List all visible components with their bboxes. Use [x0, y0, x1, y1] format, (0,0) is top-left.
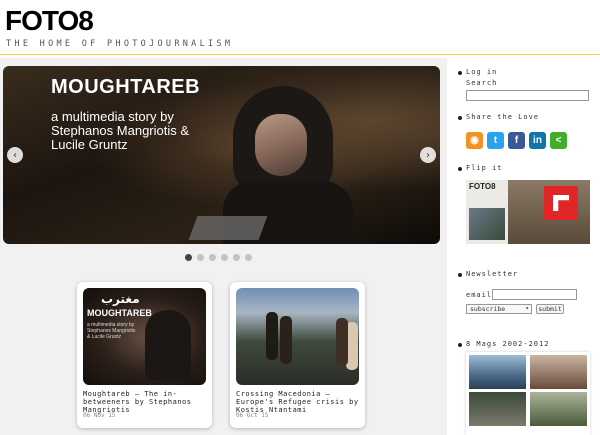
magazine-thumbnail[interactable] — [530, 355, 587, 389]
magazine-thumbnail[interactable] — [469, 355, 526, 389]
story-card-image-arabic: مغترب — [101, 292, 140, 306]
slider-dot[interactable] — [221, 254, 228, 261]
submit-button[interactable]: submit — [536, 304, 564, 314]
magazine-thumbnail[interactable] — [530, 392, 587, 426]
slider-pagination — [185, 254, 252, 261]
social-links: ◉ t f in < — [466, 132, 567, 149]
slider-dot[interactable] — [197, 254, 204, 261]
flipboard-thumbnail — [469, 208, 505, 240]
story-card-image[interactable] — [236, 288, 359, 385]
story-card-title[interactable]: Moughtareb – The in-betweeners by Stepha… — [83, 390, 209, 414]
flip-heading: Flip it — [466, 164, 503, 172]
bullet-icon — [458, 273, 462, 277]
email-field[interactable] — [492, 289, 577, 300]
chevron-left-icon[interactable]: ‹ — [7, 147, 23, 163]
search-heading: Search — [466, 79, 498, 87]
story-card[interactable]: Crossing Macedonia – Europe's Refugee cr… — [230, 282, 365, 428]
site-tagline: THE HOME OF PHOTOJOURNALISM — [6, 39, 234, 49]
flipboard-label: FOTO8 — [469, 182, 496, 191]
site-logo[interactable]: FOTO8 — [5, 5, 94, 37]
share-heading: Share the Love — [466, 113, 540, 121]
bullet-icon — [458, 167, 462, 171]
slide-subtitle: a multimedia story by Stephanos Mangriot… — [51, 109, 190, 152]
slider-dot[interactable] — [209, 254, 216, 261]
newsletter-heading: Newsletter — [466, 270, 519, 278]
story-card-title[interactable]: Crossing Macedonia – Europe's Refugee cr… — [236, 390, 362, 414]
search-input[interactable] — [466, 90, 589, 101]
story-card-image-subtitle: a multimedia story by Stephanos Mangriot… — [87, 322, 136, 340]
subscribe-select[interactable]: subscribe — [466, 304, 532, 314]
story-card-date: 06 Oct 15 — [236, 412, 269, 419]
rss-icon[interactable]: ◉ — [466, 132, 483, 149]
bullet-icon — [458, 116, 462, 120]
slide-title: MOUGHTAREB — [51, 76, 201, 98]
story-card-date: 06 Nov 15 — [83, 412, 116, 419]
facebook-icon[interactable]: f — [508, 132, 525, 149]
bullet-icon — [458, 343, 462, 347]
story-card-image-title: MOUGHTAREB — [87, 308, 152, 318]
share-icon[interactable]: < — [550, 132, 567, 149]
linkedin-icon[interactable]: in — [529, 132, 546, 149]
sidebar: Log in Search Share the Love ◉ t f in < … — [452, 62, 600, 435]
slide-photo-laptop — [188, 216, 268, 240]
slider-dot[interactable] — [185, 254, 192, 261]
slider-dot[interactable] — [245, 254, 252, 261]
chevron-right-icon[interactable]: › — [420, 147, 436, 163]
mags-heading: 8 Mags 2002-2012 — [466, 340, 550, 348]
main-content: MOUGHTAREB a multimedia story by Stephan… — [0, 58, 447, 435]
site-header: FOTO8 THE HOME OF PHOTOJOURNALISM — [0, 0, 600, 56]
story-card-image[interactable]: مغترب MOUGHTAREB a multimedia story by S… — [83, 288, 206, 385]
flipboard-icon — [544, 186, 578, 220]
bullet-icon — [458, 71, 462, 75]
header-divider — [0, 54, 600, 55]
slider-dot[interactable] — [233, 254, 240, 261]
flipboard-promo[interactable]: FOTO8 — [466, 180, 590, 244]
magazine-archive[interactable] — [466, 352, 590, 435]
login-heading[interactable]: Log in — [466, 68, 497, 76]
twitter-icon[interactable]: t — [487, 132, 504, 149]
featured-slider[interactable]: MOUGHTAREB a multimedia story by Stephan… — [3, 66, 440, 244]
story-card[interactable]: مغترب MOUGHTAREB a multimedia story by S… — [77, 282, 212, 428]
magazine-thumbnail[interactable] — [469, 392, 526, 426]
